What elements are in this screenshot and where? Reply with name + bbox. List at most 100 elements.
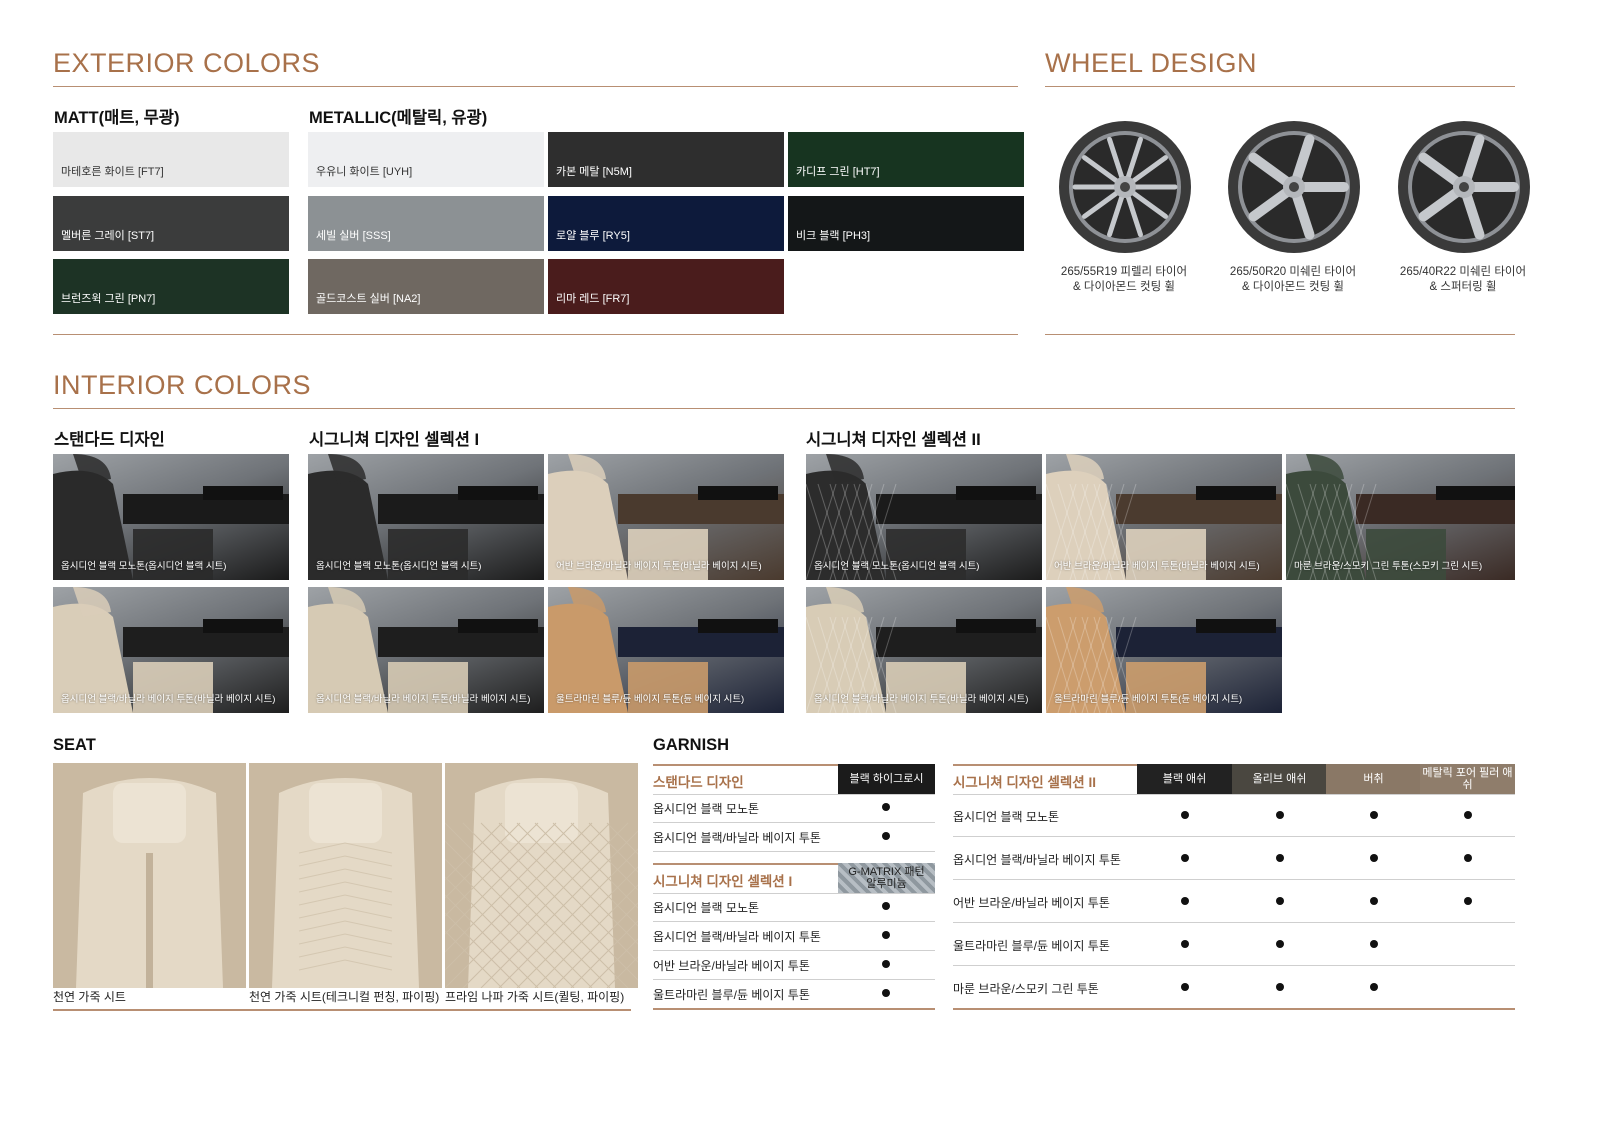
garnish-row-label: 옵시디언 블랙/바닐라 베이지 투톤	[653, 930, 821, 944]
seat-photo[interactable]	[445, 763, 638, 988]
availability-dot	[1370, 940, 1378, 948]
color-swatch-label: 골드코스트 실버 [NA2]	[316, 293, 421, 305]
standard-design-label: 스탠다드 디자인	[54, 431, 165, 449]
seat-illustration	[445, 763, 638, 988]
color-swatch[interactable]: 비크 블랙 [PH3]	[788, 196, 1024, 251]
color-swatch[interactable]: 세빌 실버 [SSS]	[308, 196, 544, 251]
availability-dot	[1464, 897, 1472, 905]
availability-dot	[1370, 897, 1378, 905]
color-swatch[interactable]: 마테호른 화이트 [FT7]	[53, 132, 289, 187]
wheel-title-rule	[1045, 86, 1515, 87]
garnish-column-header: 메탈릭 포어 필러 애쉬	[1420, 764, 1515, 794]
signature-selection-2-label: 시그니쳐 디자인 셀렉션 II	[806, 431, 981, 449]
availability-dot	[1370, 811, 1378, 819]
interior-caption: 옵시디언 블랙/바닐라 베이지 투톤(바닐라 베이지 시트)	[316, 694, 531, 705]
color-swatch[interactable]: 멜버른 그레이 [ST7]	[53, 196, 289, 251]
wheel-caption-line1: 265/55R19 피렐리 타이어	[1060, 266, 1188, 278]
garnish-row-label: 옵시디언 블랙 모노톤	[653, 901, 760, 915]
color-swatch-label: 리마 레드 [FR7]	[556, 293, 630, 305]
garnish-row-label: 울트라마린 블루/듄 베이지 투톤	[653, 988, 810, 1002]
color-swatch-label: 로얄 블루 [RY5]	[556, 230, 630, 242]
color-swatch-label: 카본 메탈 [N5M]	[556, 166, 632, 178]
wheel-19-icon[interactable]	[1050, 112, 1200, 262]
seat-caption: 천연 가죽 시트	[53, 990, 126, 1004]
metallic-label: METALLIC(메탈릭, 유광)	[309, 109, 488, 127]
interior-photo[interactable]: 옵시디언 블랙 모노톤(옵시디언 블랙 시트)	[308, 454, 544, 580]
availability-dot	[1181, 854, 1189, 862]
table-rule	[953, 1008, 1515, 1010]
garnish-row-label: 울트라마린 블루/듄 베이지 투톤	[953, 939, 1110, 953]
interior-photo[interactable]: 마룬 브라운/스모키 그린 투톤(스모키 그린 시트)	[1286, 454, 1515, 580]
seat-photo[interactable]	[249, 763, 442, 988]
table-rule	[953, 836, 1515, 837]
wheel-design-title: WHEEL DESIGN	[1045, 48, 1258, 78]
interior-photo[interactable]: 옵시디언 블랙/바닐라 베이지 투톤(바닐라 베이지 시트)	[806, 587, 1042, 713]
interior-caption: 옵시디언 블랙 모노톤(옵시디언 블랙 시트)	[61, 561, 227, 572]
matt-label: MATT(매트, 무광)	[54, 109, 180, 127]
availability-dot	[882, 902, 890, 910]
interior-title-rule	[53, 408, 1515, 409]
wheel-22-icon[interactable]	[1389, 112, 1539, 262]
garnish-standard-label: 스탠다드 디자인	[653, 775, 744, 790]
availability-dot	[882, 989, 890, 997]
garnish-row-label: 옵시디언 블랙/바닐라 베이지 투톤	[953, 853, 1121, 867]
table-rule	[653, 893, 935, 894]
table-rule	[953, 794, 1515, 795]
table-rule	[953, 922, 1515, 923]
garnish-row-label: 어반 브라운/바닐라 베이지 투톤	[953, 896, 1110, 910]
color-swatch[interactable]: 브런즈윅 그린 [PN7]	[53, 259, 289, 314]
interior-caption: 마룬 브라운/스모키 그린 투톤(스모키 그린 시트)	[1294, 561, 1483, 572]
table-rule	[653, 950, 935, 951]
wheel-20-icon[interactable]	[1219, 112, 1369, 262]
garnish-row-label: 옵시디언 블랙/바닐라 베이지 투톤	[653, 831, 821, 845]
table-rule	[953, 965, 1515, 966]
color-swatch[interactable]: 우유니 화이트 [UYH]	[308, 132, 544, 187]
color-swatch[interactable]: 카디프 그린 [HT7]	[788, 132, 1024, 187]
availability-dot	[1181, 983, 1189, 991]
interior-photo[interactable]: 옵시디언 블랙/바닐라 베이지 투톤(바닐라 베이지 시트)	[53, 587, 289, 713]
interior-photo[interactable]: 울트라마린 블루/듄 베이지 투톤(듄 베이지 시트)	[548, 587, 784, 713]
wheel-caption-line1: 265/40R22 미쉐린 타이어	[1399, 266, 1527, 278]
color-swatch[interactable]: 카본 메탈 [N5M]	[548, 132, 784, 187]
wheel-bottom-rule	[1045, 334, 1515, 335]
garnish-row-label: 마룬 브라운/스모키 그린 투톤	[953, 982, 1099, 996]
interior-photo[interactable]: 옵시디언 블랙 모노톤(옵시디언 블랙 시트)	[53, 454, 289, 580]
interior-caption: 어반 브라운/바닐라 베이지 투톤(바닐라 베이지 시트)	[1054, 561, 1260, 572]
color-swatch[interactable]: 로얄 블루 [RY5]	[548, 196, 784, 251]
color-swatch-label: 세빌 실버 [SSS]	[316, 230, 391, 242]
interior-photo[interactable]: 옵시디언 블랙 모노톤(옵시디언 블랙 시트)	[806, 454, 1042, 580]
availability-dot	[1370, 983, 1378, 991]
availability-dot	[1276, 811, 1284, 819]
wheel-caption: 265/55R19 피렐리 타이어 & 다이아몬드 컷팅 휠	[1036, 265, 1212, 295]
garnish-row-label: 옵시디언 블랙 모노톤	[953, 810, 1060, 824]
color-swatch-label: 우유니 화이트 [UYH]	[316, 166, 413, 178]
interior-photo[interactable]: 어반 브라운/바닐라 베이지 투톤(바닐라 베이지 시트)	[548, 454, 784, 580]
interior-caption: 울트라마린 블루/듄 베이지 투톤(듄 베이지 시트)	[556, 694, 745, 705]
seat-photo[interactable]	[53, 763, 246, 988]
interior-photo[interactable]: 옵시디언 블랙/바닐라 베이지 투톤(바닐라 베이지 시트)	[308, 587, 544, 713]
garnish-column-header: 블랙 애쉬	[1137, 764, 1232, 794]
garnish-row-label: 어반 브라운/바닐라 베이지 투톤	[653, 959, 810, 973]
table-rule	[653, 822, 935, 823]
availability-dot	[1276, 983, 1284, 991]
availability-dot	[1464, 854, 1472, 862]
interior-caption: 옵시디언 블랙/바닐라 베이지 투톤(바닐라 베이지 시트)	[61, 694, 276, 705]
wheel-caption-line1: 265/50R20 미쉐린 타이어	[1229, 266, 1357, 278]
exterior-bottom-rule	[53, 334, 1018, 335]
garnish-row-label: 옵시디언 블랙 모노톤	[653, 802, 760, 816]
availability-dot	[1370, 854, 1378, 862]
interior-caption: 어반 브라운/바닐라 베이지 투톤(바닐라 베이지 시트)	[556, 561, 762, 572]
interior-photo[interactable]: 어반 브라운/바닐라 베이지 투톤(바닐라 베이지 시트)	[1046, 454, 1282, 580]
wheel-caption: 265/40R22 미쉐린 타이어 & 스퍼터링 휠	[1375, 265, 1551, 295]
color-swatch[interactable]: 리마 레드 [FR7]	[548, 259, 784, 314]
seat-caption: 프라임 나파 가죽 시트(퀼팅, 파이핑)	[445, 990, 625, 1004]
interior-photo[interactable]: 울트라마린 블루/듄 베이지 투톤(듄 베이지 시트)	[1046, 587, 1282, 713]
color-swatch-label: 멜버른 그레이 [ST7]	[61, 230, 155, 242]
color-swatch[interactable]: 골드코스트 실버 [NA2]	[308, 259, 544, 314]
table-rule	[653, 921, 935, 922]
seat-illustration	[53, 763, 246, 988]
signature-selection-1-label: 시그니쳐 디자인 셀렉션 I	[309, 431, 480, 449]
interior-caption: 옵시디언 블랙/바닐라 베이지 투톤(바닐라 베이지 시트)	[814, 694, 1029, 705]
availability-dot	[1276, 940, 1284, 948]
garnish-sig1-label: 시그니쳐 디자인 셀렉션 I	[653, 874, 793, 889]
